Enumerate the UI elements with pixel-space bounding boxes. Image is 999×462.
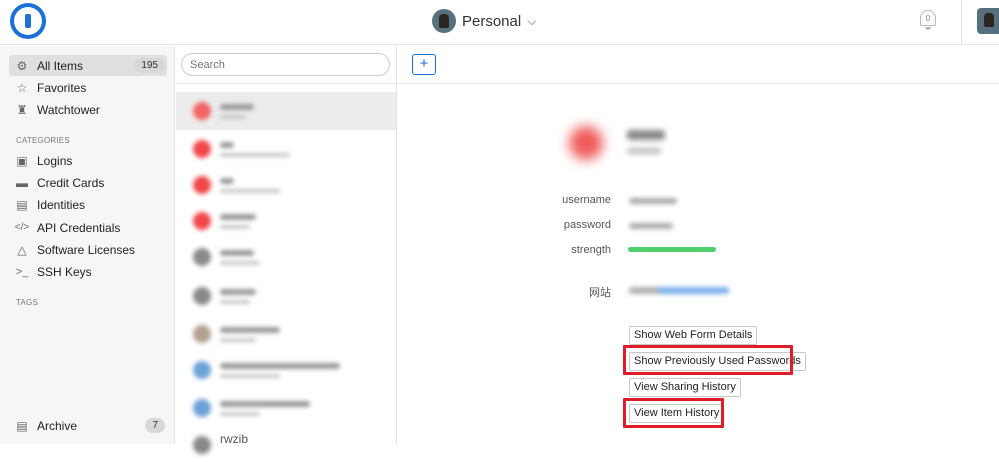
vault-name: Personal [462,12,522,30]
password-strength-meter [628,247,716,252]
list-item[interactable] [176,92,396,130]
sidebar-item-favorites[interactable]: ☆ Favorites [9,77,167,98]
list-item[interactable] [176,202,396,240]
credit-card-icon: ▬ [16,175,28,190]
archive-icon: ▤ [16,418,28,433]
tags-heading: TAGS [16,298,38,307]
sidebar-item-api-credentials[interactable]: </> API Credentials [9,217,167,238]
chevron-down-icon: ⌵ [527,13,537,28]
top-bar: Personal ⌵ 0 [0,0,999,45]
terminal-icon: >_ [15,265,29,278]
field-label-website: 网站 [589,287,611,299]
watchtower-icon: ♜ [16,102,28,117]
red-highlight-box [623,398,724,428]
notification-bell-icon[interactable]: 0 [918,7,938,31]
divider [176,83,396,84]
sidebar-item-ssh-keys[interactable]: >_ SSH Keys [9,261,167,282]
code-icon: </> [14,222,30,233]
field-label-password: password [563,219,611,231]
sidebar-item-label: Favorites [37,80,87,95]
list-item[interactable] [176,238,396,276]
login-icon: ▣ [16,153,28,168]
item-icon [569,126,603,160]
sidebar-item-label: Software Licenses [37,242,136,257]
divider [961,0,962,45]
notification-count: 0 [920,10,936,26]
field-label-username: username [562,194,611,206]
list-item[interactable]: rwzib [176,424,396,462]
sidebar-item-all-items[interactable]: ⚙ All Items 195 [9,55,167,76]
sidebar: ⚙ All Items 195 ☆ Favorites ♜ Watchtower… [0,46,175,444]
list-item[interactable] [176,315,396,353]
item-subtitle-redacted [627,148,661,154]
sidebar-item-label: Watchtower [37,102,100,117]
website-link-redacted[interactable] [629,287,729,294]
gear-icon: ⚙ [16,58,28,73]
sidebar-item-label: Identities [37,197,86,212]
list-item[interactable] [176,166,396,204]
item-count-badge: 7 [145,418,165,433]
sidebar-item-identities[interactable]: ▤ Identities [9,194,167,215]
add-item-button[interactable]: + [412,54,436,75]
sidebar-item-label: Logins [37,153,73,168]
sidebar-item-logins[interactable]: ▣ Logins [9,150,167,171]
search-input[interactable] [181,53,390,76]
show-web-form-details-button[interactable]: Show Web Form Details [629,326,758,345]
red-highlight-box [623,345,793,375]
list-item[interactable] [176,351,396,389]
sidebar-item-label: All Items [37,58,84,73]
password-value-redacted[interactable] [629,223,673,229]
sidebar-item-watchtower[interactable]: ♜ Watchtower [9,99,167,120]
list-item[interactable] [176,130,396,168]
item-title-redacted [627,130,665,140]
view-sharing-history-button[interactable]: View Sharing History [629,378,741,397]
username-value-redacted[interactable] [629,198,677,204]
identity-icon: ▤ [16,197,28,212]
field-label-strength: strength [571,244,611,256]
item-detail-pane: + username password strength 网站 Show Web… [397,46,999,444]
sidebar-item-software-licenses[interactable]: △ Software Licenses [9,239,167,260]
sidebar-item-label: Archive [37,418,78,433]
sidebar-item-credit-cards[interactable]: ▬ Credit Cards [9,172,167,193]
list-item[interactable] [176,277,396,315]
sidebar-item-archive[interactable]: ▤ Archive 7 [9,415,167,436]
software-icon: △ [17,242,27,257]
sidebar-item-label: API Credentials [37,220,121,235]
star-icon: ☆ [16,80,28,95]
vault-avatar [432,9,456,33]
vault-switcher[interactable]: Personal ⌵ [432,7,536,35]
divider [397,83,999,84]
app-logo-icon[interactable] [10,3,46,39]
list-item[interactable] [176,389,396,427]
item-count-badge: 195 [134,58,165,73]
account-avatar[interactable] [977,8,999,34]
sidebar-item-label: SSH Keys [37,264,92,279]
categories-heading: CATEGORIES [16,136,70,145]
sidebar-item-label: Credit Cards [37,175,105,190]
item-list-column: rwzib [176,46,397,454]
